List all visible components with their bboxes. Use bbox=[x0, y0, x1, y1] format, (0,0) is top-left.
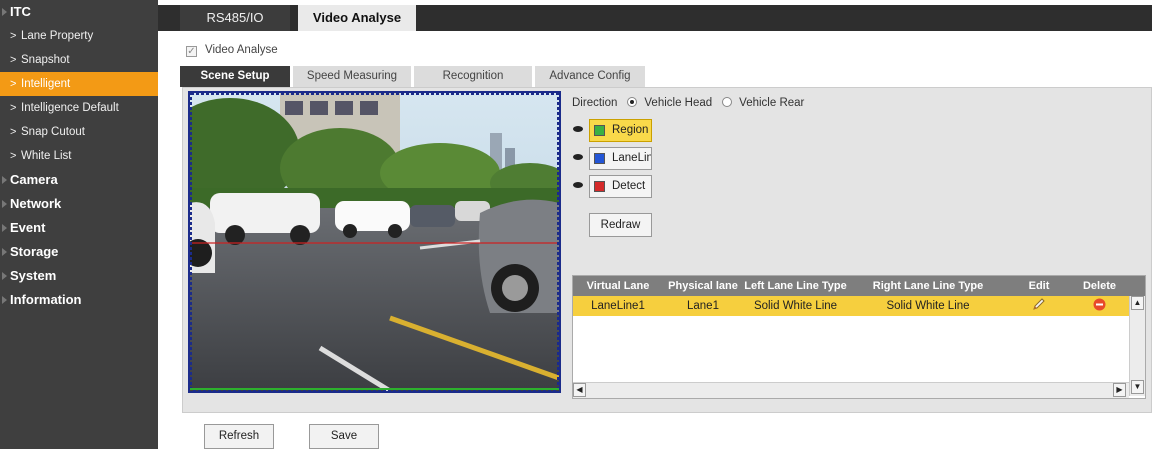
scroll-up-icon[interactable]: ▲ bbox=[1131, 296, 1144, 310]
sidebar-item-label: Lane Property bbox=[21, 30, 94, 42]
collapse-triangle-icon bbox=[2, 8, 7, 16]
sidebar-item-label: Event bbox=[10, 220, 46, 235]
sidebar-item-white-list[interactable]: > White List bbox=[0, 144, 158, 168]
laneline-button[interactable]: LaneLine bbox=[589, 147, 652, 170]
sidebar-item-storage[interactable]: Storage bbox=[0, 240, 158, 264]
sidebar-item-label: Camera bbox=[10, 172, 58, 187]
sidebar-item-label: Network bbox=[10, 196, 62, 211]
video-preview[interactable] bbox=[188, 91, 561, 393]
vertical-scrollbar[interactable]: ▲ ▼ bbox=[1129, 296, 1145, 396]
col-left-lane-line-type: Left Lane Line Type bbox=[744, 280, 847, 292]
col-virtual-lane: Virtual Lane bbox=[586, 280, 650, 292]
sidebar-item-label: Information bbox=[10, 292, 82, 307]
lane-table: Virtual Lane Physical lane Left Lane Lin… bbox=[572, 275, 1146, 399]
blue-swatch-icon bbox=[594, 153, 605, 164]
expand-triangle-icon bbox=[2, 248, 7, 256]
sidebar-item-network[interactable]: Network bbox=[0, 192, 158, 216]
vehicle-rear-radio[interactable] bbox=[722, 97, 733, 107]
cell-right-type: Solid White Line bbox=[886, 300, 970, 312]
redraw-button[interactable]: Redraw bbox=[589, 213, 652, 237]
expand-triangle-icon bbox=[2, 272, 7, 280]
tab-speed-measuring[interactable]: Speed Measuring bbox=[293, 66, 411, 87]
tab-scene-setup[interactable]: Scene Setup bbox=[180, 66, 290, 87]
scroll-down-icon[interactable]: ▼ bbox=[1131, 380, 1144, 394]
sidebar-item-label: Intelligence Default bbox=[21, 102, 119, 114]
direction-row: Direction Vehicle Head Vehicle Rear bbox=[572, 97, 804, 109]
chevron-right-icon: > bbox=[10, 126, 17, 138]
sidebar-item-label: ITC bbox=[10, 4, 31, 19]
sidebar-item-information[interactable]: Information bbox=[0, 288, 158, 312]
sidebar-item-label: Snap Cutout bbox=[21, 126, 85, 138]
col-edit: Edit bbox=[1028, 280, 1050, 292]
cell-physical-lane: Lane1 bbox=[687, 300, 719, 312]
laneline-label: LaneLine bbox=[612, 152, 651, 164]
green-swatch-icon bbox=[594, 125, 605, 136]
scroll-right-icon[interactable]: ▶ bbox=[1113, 383, 1126, 397]
edit-pencil-icon[interactable] bbox=[1008, 296, 1070, 316]
chevron-right-icon: > bbox=[10, 78, 17, 90]
sidebar-item-label: Storage bbox=[10, 244, 59, 259]
tab-recognition[interactable]: Recognition bbox=[414, 66, 532, 87]
sidebar-item-label: White List bbox=[21, 150, 72, 162]
camera-frame-image bbox=[190, 93, 559, 391]
tab-advance-config[interactable]: Advance Config bbox=[535, 66, 645, 87]
region-label: Region bbox=[612, 124, 649, 136]
sidebar-item-itc[interactable]: ITC bbox=[0, 0, 158, 24]
col-delete: Delete bbox=[1082, 280, 1117, 292]
video-analyse-option: ✓ Video Analyse bbox=[186, 43, 278, 57]
video-analyse-checkbox[interactable]: ✓ bbox=[186, 46, 197, 57]
cell-left-type: Solid White Line bbox=[753, 300, 838, 312]
sidebar-item-system[interactable]: System bbox=[0, 264, 158, 288]
vehicle-rear-label: Vehicle Rear bbox=[739, 97, 805, 109]
horizontal-scrollbar[interactable]: ◀ ▶ bbox=[573, 382, 1129, 398]
top-tab-bar: RS485/IO Video Analyse bbox=[158, 5, 1152, 31]
save-button[interactable]: Save bbox=[309, 424, 379, 449]
detect-label: Detect bbox=[612, 180, 646, 192]
col-physical-lane: Physical lane bbox=[668, 280, 738, 292]
eye-icon[interactable] bbox=[573, 126, 583, 132]
expand-triangle-icon bbox=[2, 296, 7, 304]
table-header: Virtual Lane Physical lane Left Lane Lin… bbox=[573, 276, 1145, 296]
sidebar-item-intelligent[interactable]: > Intelligent bbox=[0, 72, 158, 96]
expand-triangle-icon bbox=[2, 200, 7, 208]
sidebar-item-camera[interactable]: Camera bbox=[0, 168, 158, 192]
eye-icon[interactable] bbox=[573, 154, 583, 160]
expand-triangle-icon bbox=[2, 224, 7, 232]
vehicle-head-label: Vehicle Head bbox=[644, 97, 713, 109]
chevron-right-icon: > bbox=[10, 30, 17, 42]
sidebar-item-lane-property[interactable]: > Lane Property bbox=[0, 24, 158, 48]
refresh-button[interactable]: Refresh bbox=[204, 424, 274, 449]
scroll-left-icon[interactable]: ◀ bbox=[573, 383, 586, 397]
tab-video-analyse[interactable]: Video Analyse bbox=[298, 5, 416, 31]
scene-setup-panel: Direction Vehicle Head Vehicle Rear Region… bbox=[182, 87, 1152, 413]
red-swatch-icon bbox=[594, 181, 605, 192]
sidebar-item-label: Intelligent bbox=[21, 78, 71, 90]
chevron-right-icon: > bbox=[10, 54, 17, 66]
sidebar-item-snap-cutout[interactable]: > Snap Cutout bbox=[0, 120, 158, 144]
detect-button[interactable]: Detect bbox=[589, 175, 652, 198]
sidebar-item-intelligence-default[interactable]: > Intelligence Default bbox=[0, 96, 158, 120]
cell-virtual-lane: LaneLine1 bbox=[591, 300, 645, 312]
expand-triangle-icon bbox=[2, 176, 7, 184]
main-content: RS485/IO Video Analyse ✓ Video Analyse Sc… bbox=[158, 0, 1152, 449]
sidebar-item-label: Snapshot bbox=[21, 54, 70, 66]
video-analyse-label: Video Analyse bbox=[205, 44, 278, 56]
sidebar-item-snapshot[interactable]: > Snapshot bbox=[0, 48, 158, 72]
tab-rs485-io[interactable]: RS485/IO bbox=[180, 5, 290, 31]
chevron-right-icon: > bbox=[10, 150, 17, 162]
chevron-right-icon: > bbox=[10, 102, 17, 114]
sidebar-item-event[interactable]: Event bbox=[0, 216, 158, 240]
sidebar-nav: ITC > Lane Property > Snapshot > Intelligen… bbox=[0, 0, 158, 449]
vehicle-head-radio[interactable] bbox=[627, 97, 638, 107]
eye-icon[interactable] bbox=[573, 182, 583, 188]
region-button[interactable]: Region bbox=[589, 119, 652, 142]
table-row[interactable]: LaneLine1 Lane1 Solid White Line Solid W… bbox=[573, 296, 1129, 316]
delete-icon[interactable] bbox=[1070, 296, 1129, 316]
col-right-lane-line-type: Right Lane Line Type bbox=[872, 280, 984, 292]
sidebar-item-label: System bbox=[10, 268, 57, 283]
direction-label: Direction bbox=[572, 97, 618, 109]
